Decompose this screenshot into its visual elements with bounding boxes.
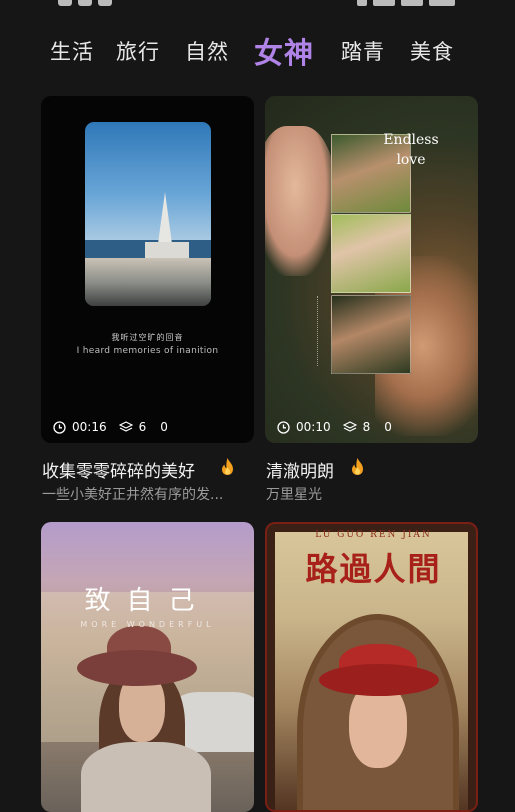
battery-icon	[401, 0, 423, 6]
fire-icon	[220, 457, 235, 480]
overlay-line2: love	[396, 152, 426, 168]
layers-count: 6	[138, 420, 147, 434]
app-icon	[78, 0, 92, 6]
signal-icon	[357, 0, 367, 6]
layers-icon	[342, 420, 357, 434]
overlay-subtitle: MORE WONDERFUL	[80, 620, 215, 629]
tab-life[interactable]: 生活	[50, 36, 94, 66]
photo-strip	[331, 214, 411, 293]
notification-icon	[58, 0, 72, 6]
card-title[interactable]: 收集零零碎碎的美好	[42, 457, 195, 482]
layers-icon	[118, 420, 133, 434]
template-card[interactable]: Endless love 00:10 8 0	[265, 96, 478, 443]
hat-brim-shape	[77, 650, 197, 686]
photo-strip	[331, 295, 411, 374]
overlay-pinyin: LU GUO REN JIAN	[315, 530, 432, 540]
use-count: 0	[384, 420, 392, 434]
overlay-caption-en: I heard memories of inanition	[76, 346, 219, 356]
card-meta: 00:10 8 0	[277, 420, 392, 434]
duration-text: 00:16	[72, 420, 107, 434]
duration-text: 00:10	[296, 420, 331, 434]
tab-outing[interactable]: 踏青	[341, 36, 385, 66]
category-tabs: 生活 旅行 自然 女神 踏青 美食	[0, 26, 515, 76]
card-thumbnail	[265, 126, 335, 276]
hat-brim-shape	[319, 664, 439, 696]
template-card[interactable]: 我听过空旷的回音 I heard memories of inanition 0…	[41, 96, 254, 443]
clock-text	[429, 0, 455, 6]
overlay-line1: Endless	[383, 132, 439, 148]
layers-count: 8	[362, 420, 371, 434]
template-card[interactable]: 致自己 MORE WONDERFUL	[41, 522, 254, 812]
status-right-icons	[357, 0, 455, 6]
overlay-title: 致自己	[84, 586, 211, 616]
tab-food[interactable]: 美食	[410, 36, 454, 66]
wifi-icon	[373, 0, 395, 6]
card-thumbnail	[85, 122, 211, 306]
clock-icon	[53, 420, 66, 434]
overlay-caption: 我听过空旷的回音	[111, 333, 184, 342]
clock-icon	[277, 420, 290, 434]
template-card[interactable]: LU GUO REN JIAN 路過人間	[265, 522, 478, 812]
status-bar	[0, 0, 515, 14]
decor-line	[317, 296, 324, 366]
card-meta: 00:16 6 0	[53, 420, 168, 434]
tab-travel[interactable]: 旅行	[116, 36, 160, 66]
overlay-title: 路過人間	[305, 550, 442, 588]
status-left-icons	[58, 0, 112, 6]
app-icon	[98, 0, 112, 6]
coat-shape	[81, 742, 211, 812]
tab-nature[interactable]: 自然	[185, 36, 229, 66]
fire-icon	[350, 457, 365, 480]
overlay-title: Endless love	[371, 130, 451, 170]
use-count: 0	[160, 420, 168, 434]
card-title[interactable]: 清澈明朗	[266, 457, 334, 482]
card-subtitle: 一些小美好正井然有序的发...	[42, 487, 224, 503]
tab-goddess[interactable]: 女神	[254, 30, 314, 72]
card-subtitle: 万里星光	[266, 487, 322, 503]
